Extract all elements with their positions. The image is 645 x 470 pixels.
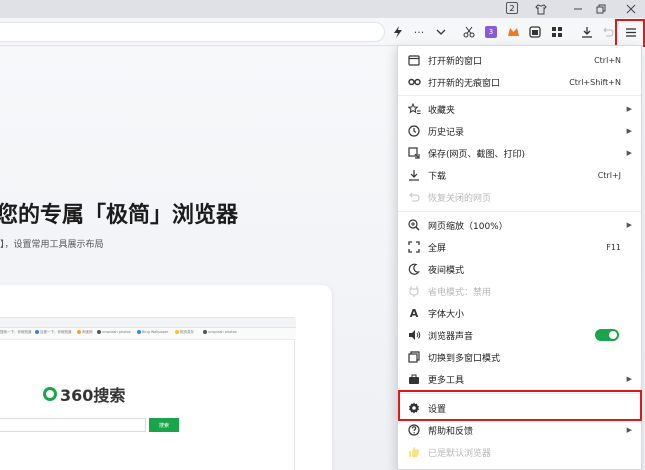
preview-bookmark: unsplash photos xyxy=(203,330,237,334)
preview-logo: 360搜索 xyxy=(43,382,125,406)
menu-item-browser-sound[interactable]: 浏览器声音 xyxy=(398,324,641,346)
menu-item-more-tools[interactable]: 更多工具 ▶ xyxy=(398,368,641,390)
preview-search-button: 搜索 xyxy=(149,418,179,432)
menu-item-fullscreen[interactable]: 全屏 F11 xyxy=(398,236,641,258)
thumb-up-icon xyxy=(407,445,421,459)
apps-icon[interactable] xyxy=(548,23,566,41)
help-icon xyxy=(407,423,421,437)
power-save-icon xyxy=(407,284,421,298)
preview-bookmark: 百度一下，你就知道 xyxy=(35,330,72,335)
chevron-right-icon: ▶ xyxy=(626,105,632,113)
sound-toggle[interactable] xyxy=(595,329,619,341)
page-headline: 您的专属「极简」浏览器 xyxy=(0,203,239,228)
menu-item-multi-window-mode[interactable]: 切换到多窗口模式 xyxy=(398,346,641,368)
menu-item-help-feedback[interactable]: 帮助和反馈 ▶ xyxy=(398,419,641,441)
extension-purple-icon[interactable]: 3 xyxy=(482,23,500,41)
menu-item-downloads[interactable]: 下载 Ctrl+J xyxy=(398,164,641,186)
preview-browser: 搜索一下，你就知道 百度一下，你就知道 淘宝网 unsplash photos … xyxy=(0,317,296,470)
moon-icon xyxy=(407,262,421,276)
tab-count-badge[interactable]: 2 xyxy=(506,2,518,14)
search-logo-icon xyxy=(43,387,57,401)
scissors-icon[interactable] xyxy=(460,23,478,41)
menu-item-default-browser: 已是默认浏览器 xyxy=(398,441,641,463)
restore-icon xyxy=(407,190,421,204)
menu-item-save[interactable]: 保存(网页、截图、打印) ▶ xyxy=(398,142,641,164)
restore-window-icon[interactable] xyxy=(590,1,612,17)
history-icon xyxy=(407,124,421,138)
address-bar[interactable] xyxy=(0,22,385,42)
preview-search-input xyxy=(0,418,146,432)
title-bar: 2 xyxy=(0,0,645,18)
menu-item-night-mode[interactable]: 夜间模式 xyxy=(398,258,641,280)
download-icon[interactable] xyxy=(578,23,596,41)
download-icon xyxy=(407,168,421,182)
menu-item-history[interactable]: 历史记录 ▶ xyxy=(398,120,641,142)
chevron-right-icon: ▶ xyxy=(626,375,632,383)
settings-highlight xyxy=(398,390,642,421)
menu-item-new-incognito-window[interactable]: 打开新的无痕窗口 Ctrl+Shift+N xyxy=(398,71,641,93)
toolbar: ··· 3 xyxy=(0,18,645,46)
menu-divider xyxy=(398,95,641,96)
sound-icon xyxy=(407,328,421,342)
menu-item-power-save: 省电模式：禁用 xyxy=(398,280,641,302)
preview-titlebar xyxy=(0,318,296,328)
preview-bookmark: 网页变灰 xyxy=(175,330,194,335)
lightning-icon[interactable] xyxy=(389,23,407,41)
screenshot-icon[interactable] xyxy=(526,23,544,41)
menu-divider xyxy=(398,211,641,212)
close-window-icon[interactable] xyxy=(620,1,642,17)
fullscreen-icon xyxy=(407,240,421,254)
save-icon xyxy=(407,146,421,160)
menu-item-font-size[interactable]: A 字体大小 xyxy=(398,302,641,324)
more-icon[interactable]: ··· xyxy=(410,23,428,41)
menu-item-new-window[interactable]: 打开新的窗口 Ctrl+N xyxy=(398,49,641,71)
chevron-right-icon: ▶ xyxy=(626,426,632,434)
toolbox-icon xyxy=(407,372,421,386)
incognito-icon xyxy=(407,75,421,89)
page-subline: 】，设置常用工具展示布局 xyxy=(0,240,104,250)
preview-bookmark: Bing Wallpaper xyxy=(137,330,168,334)
minimize-icon[interactable] xyxy=(567,1,589,17)
new-window-icon xyxy=(407,53,421,67)
chevron-right-icon: ▶ xyxy=(626,127,632,135)
chevron-down-icon[interactable] xyxy=(432,23,450,41)
menu-item-zoom[interactable]: 网页缩放（100%） ▶ xyxy=(398,214,641,236)
zoom-icon xyxy=(407,218,421,232)
preview-bookmark: unsplash photos xyxy=(97,330,131,334)
font-size-icon: A xyxy=(409,306,419,320)
preview-bookmark: 搜索一下，你就知道 xyxy=(0,330,32,334)
extension-orange-icon[interactable] xyxy=(504,23,522,41)
preview-bookmark-bar: 搜索一下，你就知道 百度一下，你就知道 淘宝网 unsplash photos … xyxy=(0,328,296,340)
menu-item-favorites[interactable]: 收藏夹 ▶ xyxy=(398,98,641,120)
menu-item-restore-closed-page: 恢复关闭的网页 xyxy=(398,186,641,208)
star-list-icon xyxy=(407,102,421,116)
chevron-right-icon: ▶ xyxy=(626,149,632,157)
preview-bookmark: 淘宝网 xyxy=(77,330,93,335)
multi-window-icon xyxy=(407,350,421,364)
shirt-skin-icon[interactable] xyxy=(530,1,552,17)
chevron-right-icon: ▶ xyxy=(626,221,632,229)
